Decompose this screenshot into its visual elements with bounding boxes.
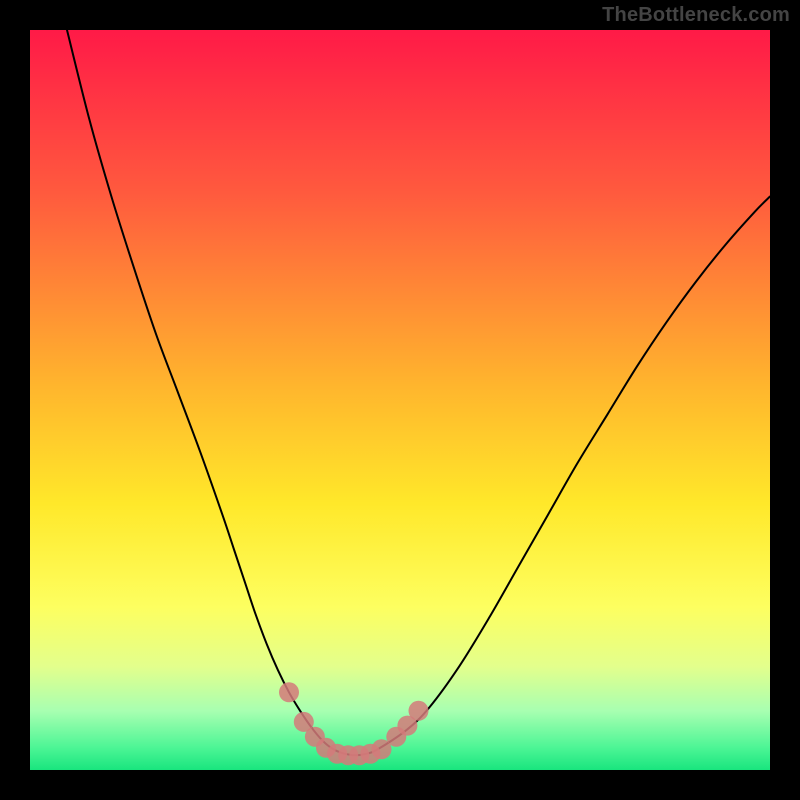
watermark-text: TheBottleneck.com: [602, 4, 790, 27]
chart-background: [30, 30, 770, 770]
marker-dot: [279, 682, 299, 702]
chart-frame: TheBottleneck.com: [0, 0, 800, 800]
chart-svg: [30, 30, 770, 770]
marker-dot: [409, 701, 429, 721]
plot-area: [30, 30, 770, 770]
